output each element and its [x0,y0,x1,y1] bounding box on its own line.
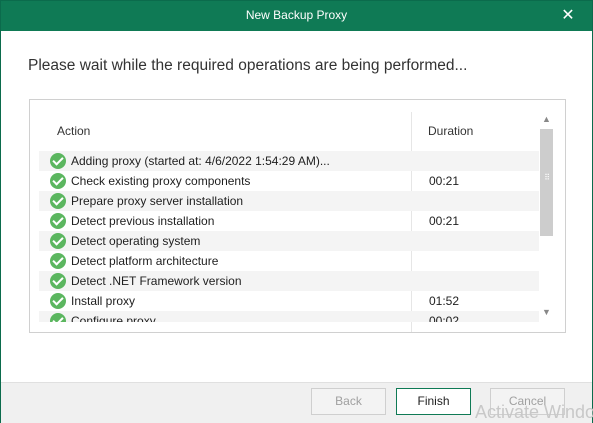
table-row[interactable]: Adding proxy (started at: 4/6/2022 1:54:… [39,151,539,171]
table-row[interactable]: Install proxy 01:52 [39,291,539,311]
title-bar: New Backup Proxy ✕ [1,1,592,31]
close-icon[interactable]: ✕ [558,4,578,28]
window-title: New Backup Proxy [245,8,348,22]
row-action: Detect previous installation [71,214,215,228]
row-action: Install proxy [71,294,136,308]
success-check-icon [50,233,66,249]
table-row[interactable]: Configure proxy 00:02 [39,311,539,322]
back-button[interactable]: Back [311,388,386,415]
row-action: Adding proxy (started at: 4/6/2022 1:54:… [71,154,330,168]
activation-watermark: Activate Windows [475,402,593,422]
success-check-icon [50,293,66,309]
table-row[interactable]: Detect previous installation 00:21 [39,211,539,231]
table-row[interactable]: Detect platform architecture [39,251,539,271]
operations-table: Action Duration Adding proxy (started at… [29,99,566,333]
success-check-icon [50,213,66,229]
table-row[interactable]: Detect .NET Framework version [39,271,539,291]
column-header-action[interactable]: Action [57,124,90,138]
row-action: Detect platform architecture [71,254,219,268]
success-check-icon [50,313,66,322]
page-heading: Please wait while the required operation… [28,57,468,74]
row-action: Check existing proxy components [71,174,251,188]
finish-button[interactable]: Finish [396,388,471,415]
row-duration: 00:21 [429,174,460,188]
table-row[interactable]: Prepare proxy server installation [39,191,539,211]
operations-list: Adding proxy (started at: 4/6/2022 1:54:… [39,151,539,322]
scroll-down-icon[interactable]: ▼ [538,305,555,319]
table-row[interactable]: Detect operating system [39,231,539,251]
row-action: Detect operating system [71,234,201,248]
row-duration: 00:21 [429,214,460,228]
row-action: Detect .NET Framework version [71,274,242,288]
success-check-icon [50,253,66,269]
row-duration: 00:02 [429,314,460,322]
success-check-icon [50,153,66,169]
row-action: Prepare proxy server installation [71,194,244,208]
success-check-icon [50,173,66,189]
success-check-icon [50,193,66,209]
scroll-thumb[interactable]: ⠿ [540,129,553,236]
scroll-up-icon[interactable]: ▲ [538,112,555,126]
row-duration: 01:52 [429,294,460,308]
row-action: Configure proxy [71,314,156,322]
grip-icon: ⠿ [544,173,550,182]
column-header-duration[interactable]: Duration [428,124,473,138]
table-row[interactable]: Check existing proxy components 00:21 [39,171,539,191]
vertical-scrollbar[interactable]: ▲ ⠿ ▼ [538,112,555,322]
backup-proxy-dialog: New Backup Proxy ✕ Please wait while the… [0,0,593,423]
success-check-icon [50,273,66,289]
